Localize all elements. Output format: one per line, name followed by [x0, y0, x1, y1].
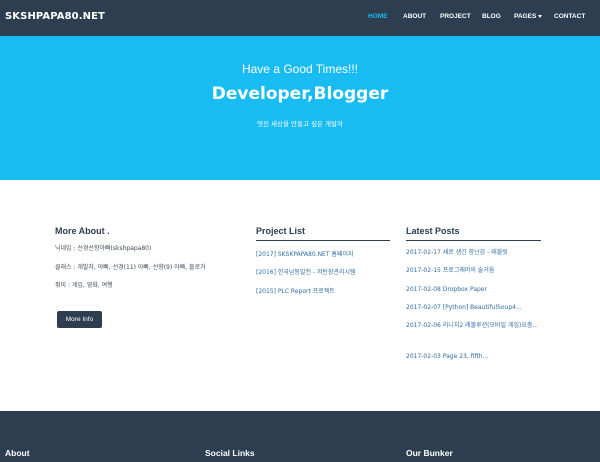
brand-logo[interactable]: SKSHPAPA80.NET — [5, 11, 105, 22]
project-link[interactable]: [2017] SKSKPAPA80.NET 홈페이지 — [256, 249, 354, 258]
hero-title: Developer,Blogger — [211, 84, 389, 104]
nav-pages-label: PAGES — [514, 13, 537, 20]
footer: About Social Links Our Bunker — [0, 411, 600, 462]
nav-project[interactable]: PROJECT — [440, 13, 471, 20]
project-link[interactable]: [2015] PLC Report 프로젝트 — [256, 286, 335, 295]
posts-divider — [406, 240, 541, 241]
about-nickname: 닉네임 : 선경선향아빠(skshpapa80) — [55, 245, 152, 252]
post-link[interactable]: 2017-02-15 프로그래머의 술거움 — [406, 266, 542, 276]
about-title: More About . — [55, 226, 110, 236]
post-link[interactable]: 2017-02-06 리니지2 레볼루션(모바일 게임)요즘... — [406, 321, 542, 331]
about-hobby: 취미 : 게임, 영화, 여행 — [55, 282, 113, 289]
caret-down-icon — [538, 14, 543, 18]
about-class: 클래스 : 개발자, 아빠, 선경(11) 아빠, 선향(9) 아빠, 블로거 — [55, 264, 206, 271]
nav-about[interactable]: ABOUT — [403, 13, 426, 20]
footer-bunker-heading: Our Bunker — [406, 448, 453, 458]
post-link[interactable]: 2017-02-08 Dropbox Paper — [406, 285, 542, 295]
hero-greeting: Have a Good Times!!! — [241, 62, 359, 76]
post-link[interactable]: 2017-02-03 Page 23, fifth... — [406, 352, 542, 362]
hero-subtitle: 멋진 세상을 만들고 싶은 개발자 — [256, 120, 343, 128]
project-list-title: Project List — [256, 226, 306, 236]
nav-pages-dropdown[interactable]: PAGES — [514, 13, 543, 20]
navbar: SKSHPAPA80.NET HOME ABOUT PROJECT BLOG P… — [0, 0, 600, 36]
nav-home[interactable]: HOME — [368, 13, 388, 20]
project-divider — [256, 240, 390, 241]
more-info-button[interactable]: More Info — [57, 311, 102, 328]
footer-social-heading: Social Links — [205, 448, 255, 458]
footer-about-heading: About — [5, 448, 30, 458]
post-link[interactable]: 2017-02-17 새로 생긴 장난감 - 태블릿 — [406, 248, 542, 258]
nav-blog[interactable]: BLOG — [482, 13, 501, 20]
post-link[interactable]: 2017-02-07 [Python] BeautifulSoup4... — [406, 303, 542, 313]
nav-contact[interactable]: CONTACT — [554, 13, 585, 20]
hero-banner: Have a Good Times!!! Developer,Blogger 멋… — [0, 36, 600, 180]
project-link[interactable]: [2016] 한국남동발전 - 저탄장관리시템 — [256, 267, 356, 276]
latest-posts-title: Latest Posts — [406, 226, 460, 236]
